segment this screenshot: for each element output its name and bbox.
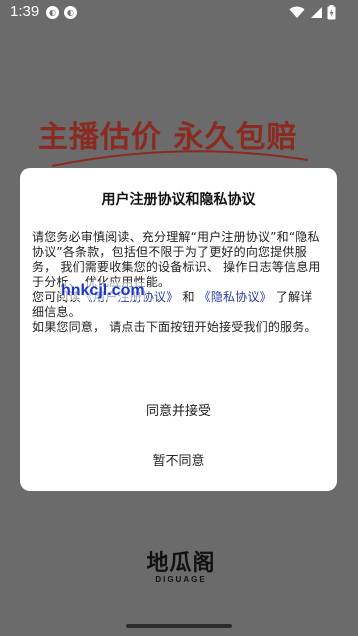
battery-icon [327, 4, 336, 19]
privacy-agreement-link[interactable]: 《隐私协议》 [199, 290, 272, 304]
agreement-dialog: 用户注册协议和隐私协议 请您务必审慎阅读、充分理解“用户注册协议”和“隐私协议”… [20, 168, 337, 491]
notification-icon: ◐ [46, 6, 59, 19]
decline-button[interactable]: 暂不同意 [20, 450, 337, 469]
wifi-icon [289, 6, 305, 18]
dialog-title: 用户注册协议和隐私协议 [101, 192, 256, 208]
gesture-nav-bar[interactable] [126, 624, 232, 628]
dialog-paragraph-consent: 如果您同意， 请点击下面按钮开始接受我们的服务。 [32, 320, 317, 334]
links-and: 和 [182, 290, 195, 304]
notification-icon: ◐ [64, 6, 77, 19]
logo-subtitle: DIGUAGE [155, 575, 207, 584]
watermark-text: hnkcjl.com [61, 282, 145, 300]
logo-name: 地瓜阁 [146, 550, 216, 576]
app-logo: 地瓜阁 DIGUAGE [136, 551, 226, 585]
slogan-underline-swoosh [51, 150, 309, 167]
status-bar: 1:39 ◐ ◐ [0, 0, 358, 26]
dialog-paragraph-intro: 请您务必审慎阅读、充分理解“用户注册协议”和“隐私协议”各条款，包括但不限于为了… [32, 230, 321, 289]
accept-button[interactable]: 同意并接受 [20, 400, 337, 419]
signal-icon [310, 6, 322, 18]
status-time: 1:39 [10, 3, 40, 20]
status-icons [289, 4, 336, 20]
